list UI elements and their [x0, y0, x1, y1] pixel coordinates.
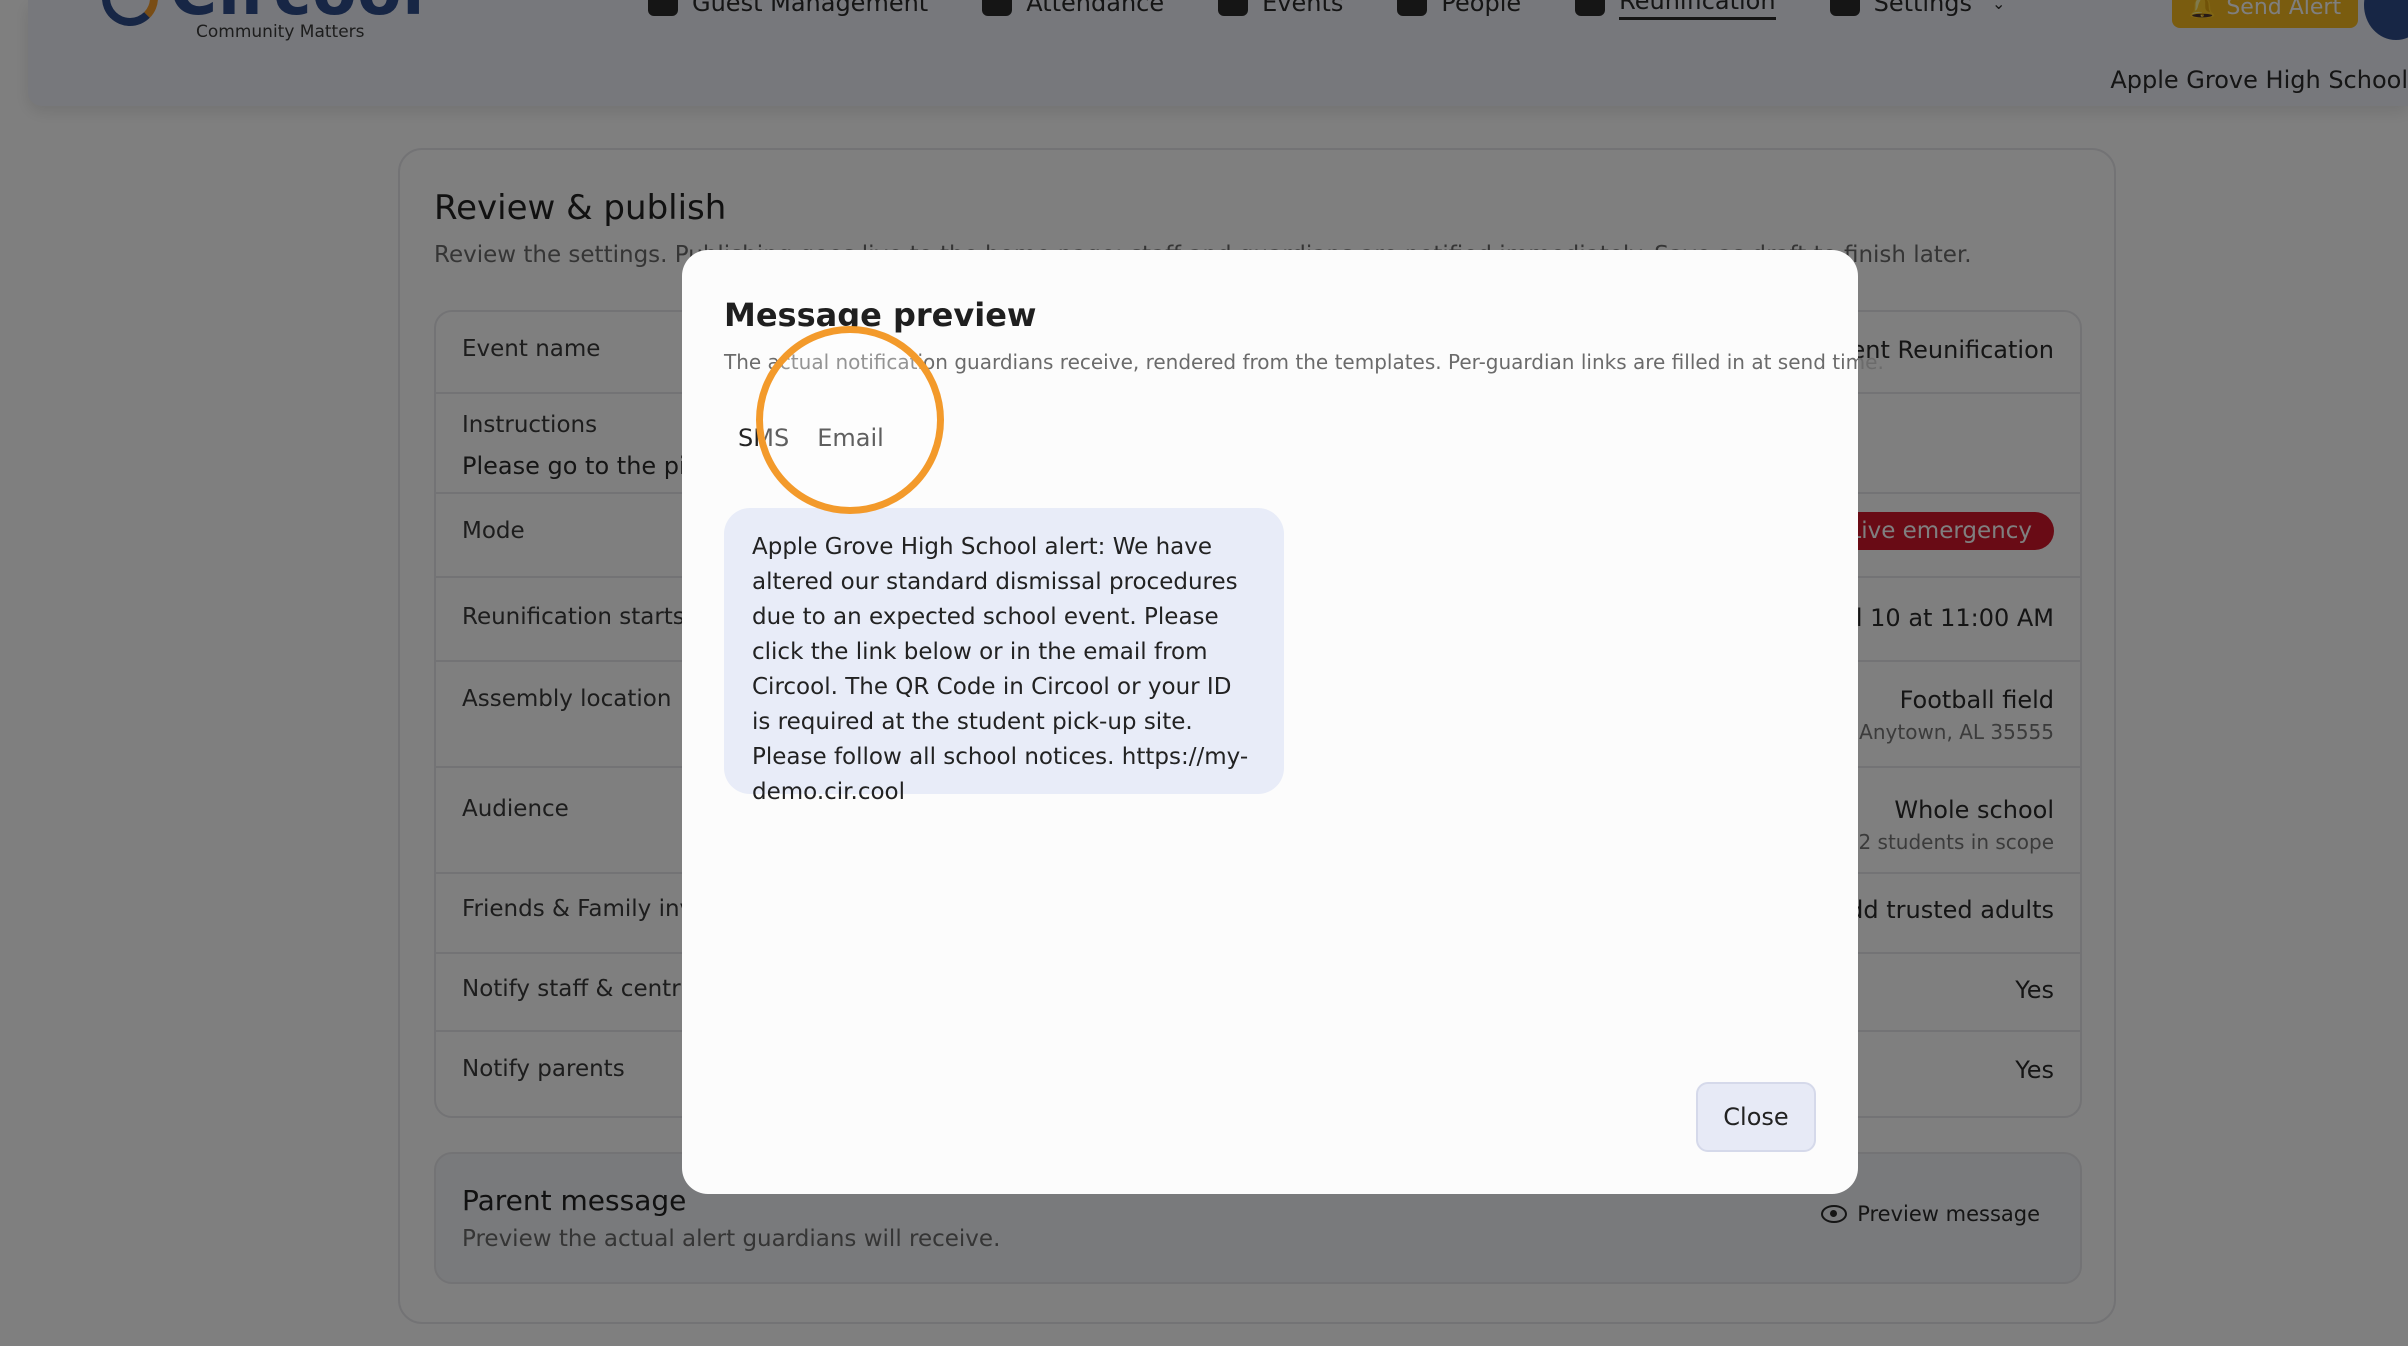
- dialog-title: Message preview: [724, 296, 1037, 334]
- click-indicator: [756, 326, 944, 514]
- close-button[interactable]: Close: [1696, 1082, 1816, 1152]
- sms-preview-bubble: Apple Grove High School alert: We have a…: [724, 508, 1284, 805]
